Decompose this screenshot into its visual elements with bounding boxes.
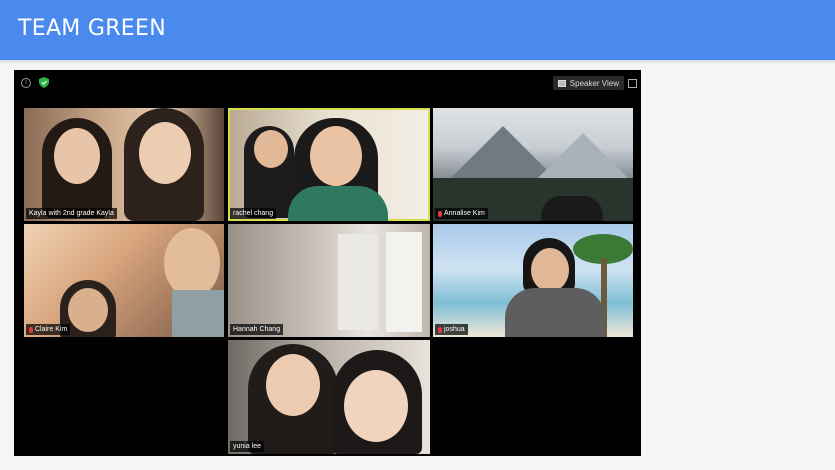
person-face bbox=[254, 130, 288, 168]
chair-silhouette bbox=[541, 196, 603, 221]
person-shirt bbox=[288, 186, 388, 221]
participant-name: Kayla with 2nd grade Kayla bbox=[29, 210, 114, 217]
video-tile-claire[interactable]: Claire Kim bbox=[24, 224, 224, 337]
person-face bbox=[139, 122, 191, 184]
info-icon[interactable]: i bbox=[21, 78, 31, 88]
grid-icon bbox=[557, 79, 566, 87]
header-shadow bbox=[0, 60, 835, 64]
person-face bbox=[266, 354, 320, 416]
muted-mic-icon bbox=[438, 210, 442, 217]
participant-name-label: yunia lee bbox=[230, 441, 265, 452]
participant-name-label: joshua bbox=[435, 324, 468, 335]
muted-mic-icon bbox=[438, 326, 442, 333]
doorway bbox=[338, 234, 378, 330]
participant-name: yunia lee bbox=[233, 443, 262, 450]
participant-name-label: Hannah Chang bbox=[230, 324, 284, 335]
video-tile-yunia[interactable]: yunia lee bbox=[228, 340, 430, 454]
person-face bbox=[68, 288, 108, 332]
participant-name-label: Kayla with 2nd grade Kayla bbox=[26, 208, 117, 219]
speaker-view-label: Speaker View bbox=[569, 78, 619, 88]
person-face bbox=[531, 248, 569, 292]
participant-name: Annalise Kim bbox=[444, 210, 485, 217]
person-shirt bbox=[505, 288, 605, 337]
participant-name-label: Claire Kim bbox=[26, 324, 71, 335]
video-tile-rachel[interactable]: rachel chang bbox=[228, 108, 430, 221]
person-face bbox=[310, 126, 362, 186]
video-tile-joshua[interactable]: joshua bbox=[433, 224, 633, 337]
participant-name-label: rachel chang bbox=[230, 208, 277, 219]
video-tile-annalise[interactable]: Annalise Kim bbox=[433, 108, 633, 221]
person-face bbox=[164, 228, 220, 298]
person-shirt bbox=[172, 290, 224, 337]
participant-name: Claire Kim bbox=[35, 326, 68, 333]
doorway bbox=[386, 232, 422, 332]
video-tile-hannah[interactable]: Hannah Chang bbox=[228, 224, 430, 337]
person-face bbox=[54, 128, 100, 184]
muted-mic-icon bbox=[29, 326, 33, 333]
participant-name: joshua bbox=[444, 326, 465, 333]
participant-name: rachel chang bbox=[233, 210, 274, 217]
zoom-gallery-window: i Speaker View Kayla with 2nd grade Kayl… bbox=[14, 70, 641, 456]
participant-name: Hannah Chang bbox=[233, 326, 281, 333]
person-face bbox=[344, 370, 408, 442]
zoom-toolbar: i Speaker View bbox=[14, 70, 641, 96]
participant-name-label: Annalise Kim bbox=[435, 208, 488, 219]
shield-icon[interactable] bbox=[39, 77, 49, 88]
video-tile-kayla[interactable]: Kayla with 2nd grade Kayla bbox=[24, 108, 224, 221]
app-header: TEAM GREEN bbox=[0, 0, 835, 60]
page-title: TEAM GREEN bbox=[18, 16, 166, 41]
fullscreen-icon[interactable] bbox=[628, 79, 637, 88]
speaker-view-button[interactable]: Speaker View bbox=[552, 76, 624, 90]
